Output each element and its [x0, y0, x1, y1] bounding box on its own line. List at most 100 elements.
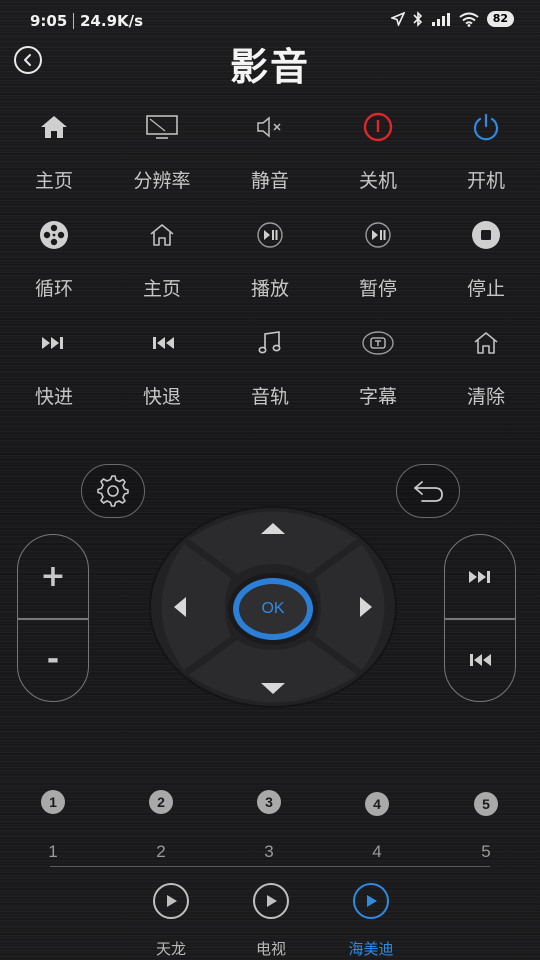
play-circle-icon	[153, 883, 189, 919]
pause-button[interactable]: 暂停	[324, 208, 432, 316]
number-5-button[interactable]: 5 5	[456, 788, 516, 868]
play-circle-icon	[253, 883, 289, 919]
function-row-3: 快进 快退 音轨 字幕 清除	[0, 316, 540, 424]
number-badge: 1	[41, 790, 65, 814]
status-time: 9:05	[30, 12, 68, 30]
function-label: 循环	[34, 278, 73, 300]
volume-up-button[interactable]: +	[18, 535, 88, 618]
tab-tianlong[interactable]: 天龙	[121, 880, 221, 960]
volume-control: + -	[17, 534, 89, 702]
function-label: 播放	[250, 278, 289, 300]
status-network-speed: 24.9K/s	[80, 12, 144, 30]
ok-label: OK	[261, 600, 285, 617]
play-pause-icon	[250, 220, 290, 250]
next-track-button[interactable]	[445, 535, 515, 618]
function-label: 主页	[142, 278, 181, 300]
play-button[interactable]: 播放	[216, 208, 324, 316]
function-label: 快进	[34, 386, 73, 408]
number-label: 5	[481, 842, 491, 861]
fast-forward-button[interactable]: 快进	[0, 316, 108, 424]
power-off-button[interactable]: 关机	[324, 100, 432, 208]
return-arrow-icon	[414, 481, 443, 502]
ok-button[interactable]: OK	[233, 578, 313, 640]
battery-indicator: 82	[486, 11, 514, 27]
skip-back-icon	[470, 653, 491, 666]
function-row-1: 主页 分辨率 静音 关机 开机	[0, 100, 540, 208]
number-badge: 3	[257, 790, 281, 814]
number-badge: 5	[474, 792, 498, 816]
music-note-icon	[250, 328, 290, 358]
clear-button[interactable]: 清除	[432, 316, 540, 424]
bluetooth-icon	[413, 11, 422, 27]
gear-icon	[97, 475, 129, 507]
tab-label: 天龙	[155, 940, 186, 958]
volume-down-button[interactable]: -	[18, 618, 88, 701]
function-label: 开机	[466, 170, 505, 192]
tab-label: 海美迪	[348, 940, 394, 958]
number-4-button[interactable]: 4 4	[347, 788, 407, 868]
home-outline-icon	[142, 220, 182, 250]
track-skip-control	[444, 534, 516, 702]
stop-icon	[466, 220, 506, 250]
status-bar: 9:05 24.9K/s 82	[0, 0, 540, 40]
wifi-icon	[459, 12, 479, 27]
fast-forward-icon	[34, 328, 74, 358]
previous-track-button[interactable]	[445, 618, 515, 701]
mute-icon	[250, 112, 290, 142]
function-grid: 主页 分辨率 静音 关机 开机 循环 主页 播放 暂停 停止 快进 快退 音轨 …	[0, 100, 540, 424]
home-outline-icon	[466, 328, 506, 358]
subtitle-button[interactable]: 字幕	[324, 316, 432, 424]
number-row-divider	[50, 866, 490, 867]
number-label: 2	[156, 842, 166, 861]
number-badge: 4	[365, 792, 389, 816]
home-filled-icon	[34, 112, 74, 142]
number-2-button[interactable]: 2 2	[131, 788, 191, 868]
number-label: 3	[264, 842, 274, 861]
function-label: 音轨	[250, 386, 289, 408]
minus-icon: -	[46, 642, 60, 677]
rewind-button[interactable]: 快退	[108, 316, 216, 424]
function-label: 停止	[466, 278, 505, 300]
subtitle-icon	[358, 328, 398, 358]
function-label: 暂停	[358, 278, 397, 300]
number-1-button[interactable]: 1 1	[23, 788, 83, 868]
function-row-2: 循环 主页 播放 暂停 停止	[0, 208, 540, 316]
tab-tv[interactable]: 电视	[221, 880, 321, 960]
monitor-icon	[142, 112, 182, 142]
function-label: 关机	[358, 170, 397, 192]
number-3-button[interactable]: 3 3	[239, 788, 299, 868]
function-label: 静音	[250, 170, 289, 192]
play-pause-icon	[358, 220, 398, 250]
stop-button[interactable]: 停止	[432, 208, 540, 316]
power-red-icon	[358, 112, 398, 142]
number-label: 1	[48, 842, 58, 861]
function-label: 字幕	[358, 386, 397, 408]
page-title: 影音	[229, 45, 310, 89]
skip-forward-icon	[469, 570, 490, 583]
return-button[interactable]	[396, 464, 460, 518]
reel-icon	[34, 220, 74, 250]
function-label: 主页	[34, 170, 73, 192]
status-separator	[73, 13, 74, 29]
play-circle-icon	[353, 883, 389, 919]
home-button-2[interactable]: 主页	[108, 208, 216, 316]
resolution-button[interactable]: 分辨率	[108, 100, 216, 208]
number-label: 4	[372, 842, 382, 861]
signal-icon	[431, 13, 450, 26]
loop-button[interactable]: 循环	[0, 208, 108, 316]
audio-track-button[interactable]: 音轨	[216, 316, 324, 424]
settings-button[interactable]	[81, 464, 145, 518]
plus-icon: +	[40, 559, 66, 594]
function-label: 清除	[466, 386, 505, 408]
status-icons: 82	[390, 11, 514, 27]
function-label: 分辨率	[133, 170, 191, 192]
function-label: 快退	[142, 386, 181, 408]
location-icon	[390, 12, 405, 26]
number-badge: 2	[149, 790, 173, 814]
power-blue-icon	[466, 112, 506, 142]
home-button[interactable]: 主页	[0, 100, 108, 208]
power-on-button[interactable]: 开机	[432, 100, 540, 208]
tab-label: 电视	[255, 940, 286, 958]
mute-button[interactable]: 静音	[216, 100, 324, 208]
tab-himedia[interactable]: 海美迪	[321, 880, 421, 960]
